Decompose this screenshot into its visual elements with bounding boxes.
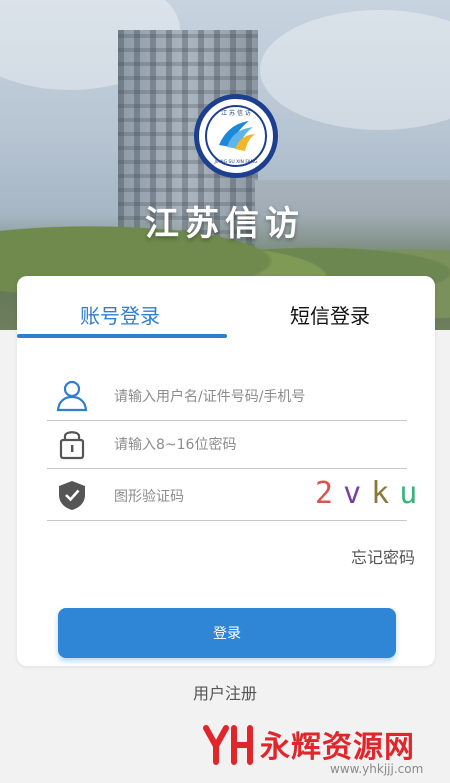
app-logo: 江 苏 信 访 JIANG SU XIN FANG bbox=[194, 94, 278, 178]
tab-account-login[interactable]: 账号登录 bbox=[80, 300, 160, 329]
logo-top-text: 江 苏 信 访 bbox=[221, 109, 251, 117]
logo-bottom-text: JIANG SU XIN FANG bbox=[214, 159, 258, 165]
login-button[interactable]: 登录 bbox=[58, 608, 396, 658]
forgot-password-link[interactable]: 忘记密码 bbox=[351, 544, 415, 568]
shield-check-icon bbox=[59, 481, 85, 510]
logo-emblem-icon: 江 苏 信 访 JIANG SU XIN FANG bbox=[203, 103, 269, 169]
register-link[interactable]: 用户注册 bbox=[0, 680, 450, 704]
cloud-decoration bbox=[260, 10, 450, 130]
captcha-placeholder: 图形验证码 bbox=[114, 489, 184, 505]
active-tab-indicator bbox=[17, 334, 227, 338]
site-watermark: 永辉资源网 www.yhkjjj.com bbox=[200, 718, 450, 778]
watermark-url: www.yhkjjj.com bbox=[330, 762, 424, 776]
lock-icon bbox=[59, 431, 85, 460]
user-icon bbox=[56, 380, 88, 412]
captcha-char: v bbox=[343, 476, 372, 511]
username-placeholder: 请输入用户名/证件号码/手机号 bbox=[114, 389, 306, 405]
password-placeholder: 请输入8~16位密码 bbox=[114, 437, 237, 453]
captcha-image[interactable]: 2vku bbox=[315, 476, 427, 511]
username-field[interactable]: 请输入用户名/证件号码/手机号 bbox=[47, 374, 407, 421]
captcha-char: k bbox=[371, 476, 400, 511]
password-field[interactable]: 请输入8~16位密码 bbox=[47, 422, 407, 469]
watermark-brand-text: 永辉资源网 bbox=[260, 730, 415, 765]
watermark-logo-icon bbox=[203, 725, 253, 765]
captcha-field[interactable]: 图形验证码 2vku bbox=[47, 474, 417, 521]
captcha-char: u bbox=[399, 476, 428, 511]
app-title: 江苏信访 bbox=[145, 204, 305, 244]
captcha-char: 2 bbox=[315, 476, 344, 511]
tab-sms-login[interactable]: 短信登录 bbox=[290, 300, 370, 329]
